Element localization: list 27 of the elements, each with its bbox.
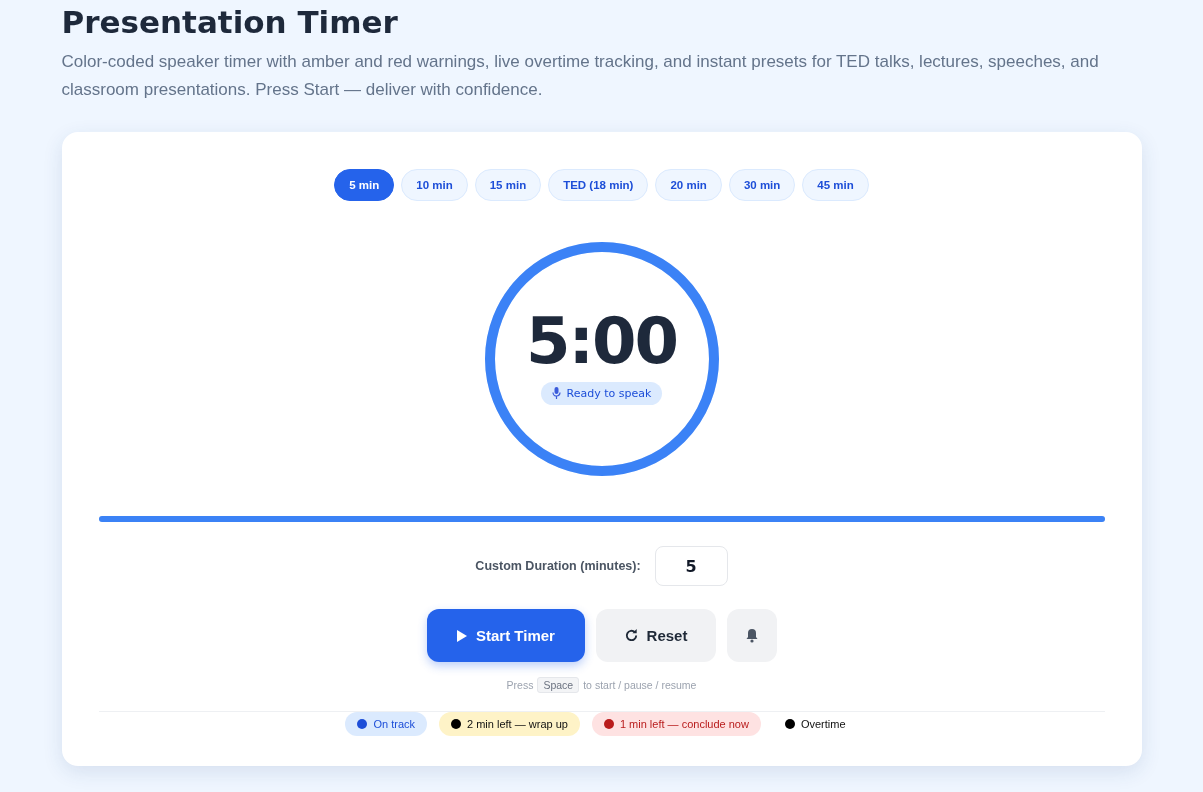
preset-button[interactable]: TED (18 min) bbox=[548, 169, 649, 201]
preset-button[interactable]: 20 min bbox=[655, 169, 722, 201]
legend-label: Overtime bbox=[800, 718, 846, 730]
sound-button[interactable] bbox=[726, 609, 777, 662]
key-label: Space bbox=[537, 677, 580, 693]
legend-label: On track bbox=[373, 718, 416, 730]
preset-button[interactable]: 30 min bbox=[728, 169, 796, 201]
status-text: Ready to speak bbox=[566, 386, 652, 400]
hint-text: to start / pause / resume bbox=[583, 679, 697, 691]
preset-button[interactable]: 15 min bbox=[474, 169, 542, 201]
preset-button[interactable]: 45 min bbox=[802, 169, 869, 201]
legend-label: 2 min left — wrap up bbox=[467, 718, 568, 730]
timer-display: 5:00 bbox=[525, 305, 678, 376]
microphone-icon bbox=[551, 387, 561, 399]
legend-label: 1 min left — conclude now bbox=[619, 718, 749, 730]
page-title: Presentation Timer bbox=[61, 3, 399, 42]
preset-button[interactable]: 10 min bbox=[401, 169, 468, 201]
bell-icon bbox=[744, 628, 759, 643]
start-button[interactable]: Start Timer bbox=[426, 609, 585, 662]
description: Color-coded speaker timer with amber and red warnings, live overtime tracking, and instant presets for TED talks, lectures, speeches, and classroom presentations. Press Start — deliver with confidence. bbox=[61, 51, 1100, 101]
field-label: Custom Duration (minutes): bbox=[475, 559, 641, 573]
duration-input[interactable]: 5 bbox=[654, 546, 728, 586]
preset-button[interactable]: 5 min bbox=[334, 169, 395, 201]
reset-icon bbox=[623, 628, 639, 643]
reset-button[interactable]: Reset bbox=[595, 609, 716, 662]
play-icon bbox=[456, 628, 469, 643]
hint-text: Press bbox=[506, 679, 534, 691]
